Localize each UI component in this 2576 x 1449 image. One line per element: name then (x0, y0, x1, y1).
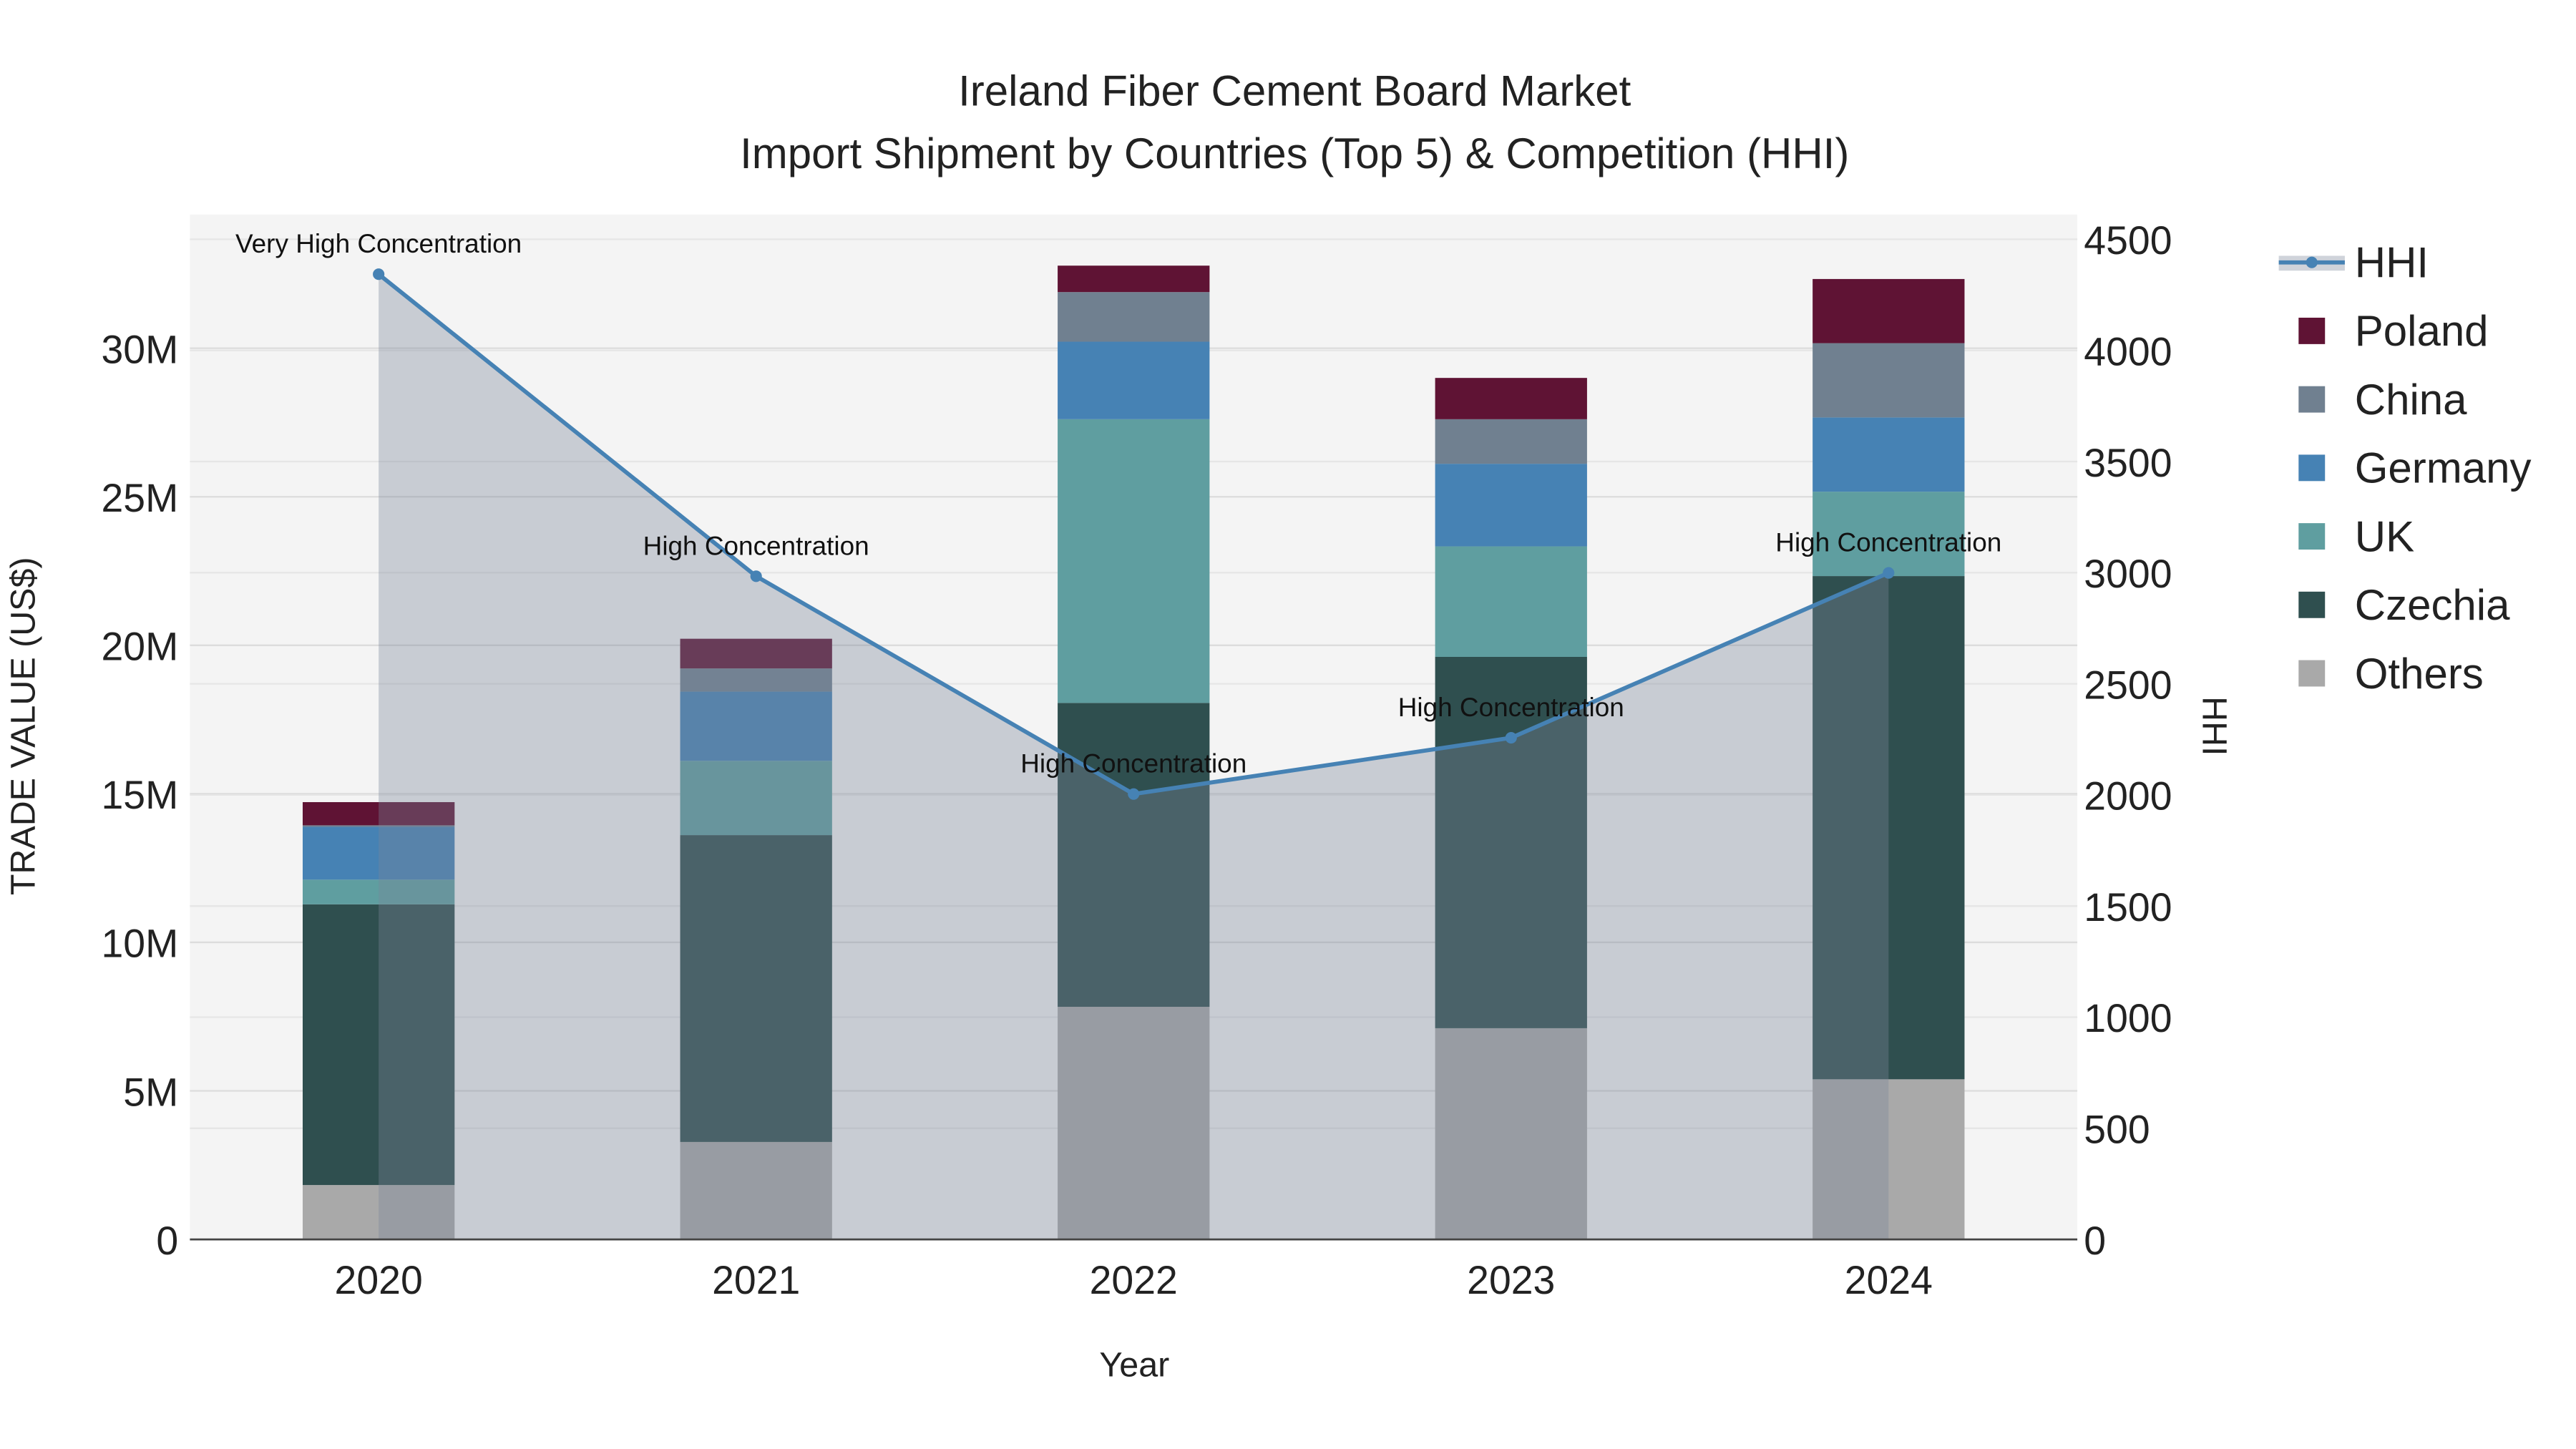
hhi-point-2020 (373, 268, 385, 280)
legend-swatch-poland (2298, 317, 2326, 344)
x-tick-label: 2024 (1845, 1258, 1933, 1302)
chart-title: Ireland Fiber Cement Board Market (958, 67, 1631, 115)
y-tick-label: 5M (123, 1070, 178, 1114)
y2-tick-label: 4000 (2084, 329, 2172, 374)
hhi-annotation: High Concentration (1775, 528, 2001, 557)
legend-label-czechia: Czechia (2355, 581, 2510, 629)
y-tick-label: 15M (101, 773, 178, 817)
y2-axis-title: HHI (2195, 696, 2233, 756)
bar-china-2022 (1058, 292, 1210, 342)
hhi-annotation: High Concentration (643, 531, 869, 560)
x-axis-title: Year (1099, 1346, 1169, 1385)
y2-tick-label: 0 (2084, 1219, 2106, 1263)
y-axis-title: TRADE VALUE (US$) (4, 557, 42, 895)
legend-swatch-hhi-marker (2306, 256, 2318, 268)
y2-tick-label: 3500 (2084, 441, 2172, 485)
legend-swatch-germany (2298, 454, 2326, 482)
legend-label-others: Others (2355, 650, 2484, 698)
legend-swatch-others (2298, 660, 2326, 687)
y-tick-label: 25M (101, 476, 178, 520)
hhi-annotation: Very High Concentration (235, 229, 522, 258)
legend-swatch-china (2298, 386, 2326, 413)
legend-swatch-czechia (2298, 591, 2326, 618)
legend: HHI Poland China Germany UK Czechia Others (2278, 238, 2532, 698)
bar-germany-2024 (1813, 417, 1965, 492)
legend-swatch-uk (2298, 523, 2326, 550)
hhi-annotation: High Concentration (1020, 749, 1246, 779)
bar-uk-2023 (1435, 546, 1587, 657)
chart: Very High Concentration High Concentratio… (4, 67, 2532, 1385)
hhi-point-2023 (1505, 732, 1517, 744)
legend-label-hhi: HHI (2355, 238, 2429, 286)
y2-tick-label: 2500 (2084, 663, 2172, 707)
bar-china-2023 (1435, 419, 1587, 464)
y2-tick-label: 4500 (2084, 218, 2172, 263)
y2-tick-label: 500 (2084, 1108, 2150, 1152)
bar-germany-2022 (1058, 341, 1210, 419)
y-tick-label: 10M (101, 922, 178, 966)
y-tick-label: 0 (156, 1219, 178, 1263)
legend-label-poland: Poland (2355, 307, 2489, 355)
x-tick-label: 2023 (1467, 1258, 1555, 1302)
hhi-annotation: High Concentration (1398, 693, 1624, 722)
y2-tick-label: 2000 (2084, 774, 2172, 819)
hhi-point-2021 (750, 570, 762, 582)
x-tick-label: 2022 (1090, 1258, 1178, 1302)
bar-china-2024 (1813, 343, 1965, 418)
chart-subtitle: Import Shipment by Countries (Top 5) & C… (740, 130, 1849, 177)
y-tick-label: 20M (101, 625, 178, 669)
legend-label-china: China (2355, 376, 2467, 424)
y2-tick-label: 1000 (2084, 996, 2172, 1040)
hhi-point-2024 (1883, 567, 1895, 579)
y2-tick-label: 3000 (2084, 552, 2172, 596)
legend-label-germany: Germany (2355, 444, 2532, 492)
hhi-point-2022 (1128, 788, 1140, 800)
bar-poland-2022 (1058, 265, 1210, 293)
bar-germany-2023 (1435, 464, 1587, 547)
y2-tick-label: 1500 (2084, 885, 2172, 930)
y-tick-label: 30M (101, 327, 178, 371)
legend-label-uk: UK (2355, 512, 2414, 560)
x-tick-label: 2020 (335, 1258, 423, 1302)
bar-poland-2023 (1435, 378, 1587, 419)
x-tick-label: 2021 (712, 1258, 800, 1302)
bar-uk-2022 (1058, 419, 1210, 703)
bar-poland-2024 (1813, 278, 1965, 343)
